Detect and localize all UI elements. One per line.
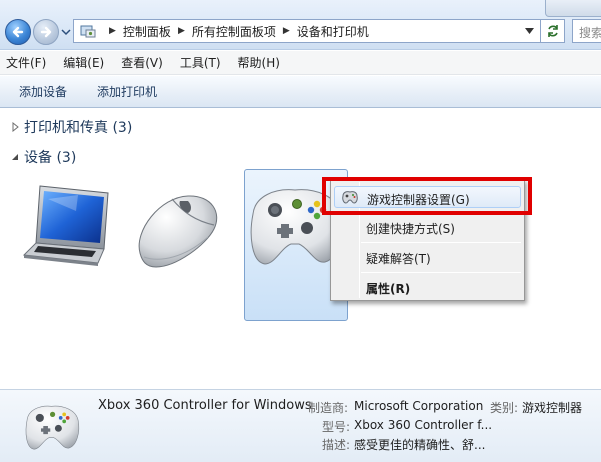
details-pane: Xbox 360 Controller for Windows 制造商: Mic… <box>0 389 601 462</box>
chevron-right-icon[interactable]: ▶ <box>109 26 116 36</box>
menu-item-create-shortcut[interactable]: 创建快捷方式(S) <box>334 216 521 238</box>
manufacturer-label: 制造商: <box>308 401 349 415</box>
refresh-button[interactable] <box>541 19 565 43</box>
chevron-right-icon[interactable]: ▶ <box>178 26 185 36</box>
control-panel-icon <box>80 25 96 38</box>
menu-item-label: 创建快捷方式(S) <box>366 222 455 236</box>
highlight-annotation-box <box>322 177 532 215</box>
menu-edit[interactable]: 编辑(E) <box>63 54 104 71</box>
device-laptop[interactable] <box>18 181 118 273</box>
menu-bar: 文件(F) 编辑(E) 查看(V) 工具(T) 帮助(H) <box>0 51 601 75</box>
manufacturer-value: Microsoft Corporation <box>354 399 484 413</box>
xbox-controller-icon <box>25 405 80 450</box>
breadcrumb[interactable]: ▶ 控制面板 ▶ 所有控制面板项 ▶ 设备和打印机 <box>73 19 541 43</box>
description-value: 感受更佳的精确性、舒... <box>354 438 486 452</box>
category-value: 游戏控制器 <box>522 401 583 415</box>
back-button[interactable] <box>5 19 31 45</box>
model-value: Xbox 360 Controller f... <box>354 418 493 432</box>
menu-item-properties[interactable]: 属性(R) <box>334 276 521 298</box>
window-controls[interactable] <box>545 0 601 17</box>
menu-item-label: 疑难解答(T) <box>366 252 431 266</box>
menu-tools[interactable]: 工具(T) <box>180 54 221 71</box>
description-label: 描述: <box>322 438 351 452</box>
chevron-down-icon[interactable] <box>61 27 71 37</box>
breadcrumb-item-devices-printers[interactable]: 设备和打印机 <box>297 23 369 40</box>
command-bar: 添加设备 添加打印机 <box>0 76 601 108</box>
refresh-icon <box>547 25 558 37</box>
mouse-icon <box>138 195 218 268</box>
laptop-icon <box>22 185 109 266</box>
add-device-button[interactable]: 添加设备 <box>19 83 67 100</box>
breadcrumb-item-control-panel[interactable]: 控制面板 <box>123 23 171 40</box>
group-devices-header[interactable]: 设备 (3) <box>10 147 76 167</box>
menu-help[interactable]: 帮助(H) <box>238 54 280 71</box>
address-bar: ▶ 控制面板 ▶ 所有控制面板项 ▶ 设备和打印机 搜索 <box>0 0 601 50</box>
collapse-arrow-icon <box>12 154 18 160</box>
chevron-down-icon[interactable] <box>525 27 534 35</box>
group-printers-title: 打印机和传真 (3) <box>24 120 133 136</box>
add-printer-button[interactable]: 添加打印机 <box>97 83 157 100</box>
expand-arrow-icon <box>12 122 19 132</box>
menu-item-label: 属性(R) <box>366 282 411 296</box>
search-input[interactable]: 搜索 <box>572 19 601 43</box>
menu-separator <box>361 272 521 273</box>
forward-button[interactable] <box>33 19 59 45</box>
arrow-left-icon <box>12 26 24 38</box>
group-printers-header[interactable]: 打印机和传真 (3) <box>10 117 132 137</box>
breadcrumb-item-all-items[interactable]: 所有控制面板项 <box>192 23 276 40</box>
menu-view[interactable]: 查看(V) <box>121 54 163 71</box>
device-name: Xbox 360 Controller for Windows <box>98 398 312 413</box>
device-list: 打印机和传真 (3) 设备 (3) 游戏控制器设置(G) 创建快捷方式(S) 疑… <box>0 109 601 389</box>
arrow-right-icon <box>40 26 52 38</box>
category-label: 类别: <box>490 401 519 415</box>
menu-item-troubleshoot[interactable]: 疑难解答(T) <box>334 246 521 268</box>
menu-separator <box>361 242 521 243</box>
group-devices-title: 设备 (3) <box>24 150 77 166</box>
device-mouse[interactable] <box>130 191 226 271</box>
model-label: 型号: <box>322 420 351 434</box>
menu-file[interactable]: 文件(F) <box>6 54 46 71</box>
chevron-right-icon[interactable]: ▶ <box>283 26 290 36</box>
